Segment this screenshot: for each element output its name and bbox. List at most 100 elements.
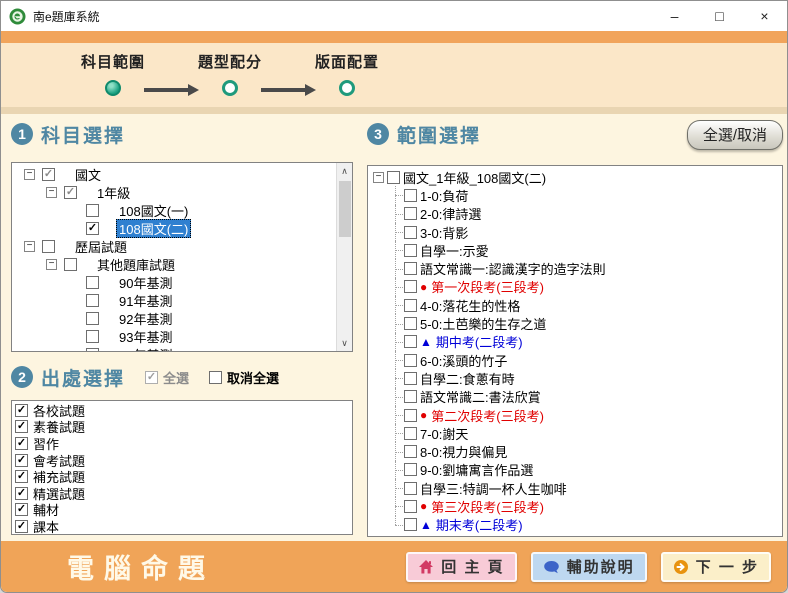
checkbox-unchecked[interactable]	[387, 171, 400, 184]
source-item[interactable]: 補充試題	[12, 468, 352, 485]
checkbox-unchecked[interactable]	[404, 317, 417, 330]
source-item[interactable]: 會考試題	[12, 452, 352, 469]
collapse-minus-icon[interactable]	[24, 169, 35, 180]
checkbox-checked-gray[interactable]	[42, 168, 55, 181]
checkbox-checked[interactable]	[15, 404, 28, 417]
home-button[interactable]: 回 主 頁	[406, 552, 516, 582]
select-all-toggle-button[interactable]: 全選/取消	[687, 120, 783, 150]
range-item[interactable]: 3-0:背影	[368, 223, 782, 241]
checkbox-unchecked[interactable]	[404, 262, 417, 275]
checkbox-unchecked[interactable]	[404, 427, 417, 440]
next-step-button[interactable]: 下 一 步	[661, 552, 771, 582]
checkbox-unchecked[interactable]	[404, 226, 417, 239]
scrollbar[interactable]	[336, 163, 352, 351]
checkbox-checked-gray[interactable]	[64, 186, 77, 199]
minimize-button[interactable]: –	[652, 1, 697, 31]
scrollbar-down-icon[interactable]	[337, 335, 353, 351]
right-panel: 3 範圍選擇 全選/取消 國文_1年級_108國文(二) 1-0:負荷	[367, 120, 783, 547]
collapse-minus-icon[interactable]	[46, 259, 57, 270]
range-item[interactable]: 自學一:示愛	[368, 241, 782, 259]
tree-item[interactable]: 94年基測	[12, 345, 336, 351]
checkbox-checked[interactable]	[15, 470, 28, 483]
checkbox-unchecked[interactable]	[404, 482, 417, 495]
range-item[interactable]: 8-0:視力與偏見	[368, 442, 782, 460]
range-item-exam[interactable]: ▲ 期中考(二段考)	[368, 333, 782, 351]
collapse-minus-icon[interactable]	[373, 172, 384, 183]
scrollbar-thumb[interactable]	[339, 181, 351, 237]
checkbox-unchecked[interactable]	[404, 244, 417, 257]
checkbox-unchecked[interactable]	[404, 189, 417, 202]
range-item-exam[interactable]: ▲ 期末考(二段考)	[368, 516, 782, 534]
checkbox-checked[interactable]	[15, 487, 28, 500]
checkbox-checked[interactable]	[86, 222, 99, 235]
range-item[interactable]: 自學二:食蔥有時	[368, 369, 782, 387]
range-item-exam[interactable]: ● 第二次段考(三段考)	[368, 406, 782, 424]
checkbox-unchecked[interactable]	[86, 312, 99, 325]
tree-item[interactable]: 歷屆試題	[12, 237, 336, 255]
range-item[interactable]: 1-0:負荷	[368, 186, 782, 204]
checkbox-unchecked[interactable]	[404, 207, 417, 220]
checkbox-unchecked[interactable]	[404, 390, 417, 403]
checkbox-unchecked[interactable]	[404, 335, 417, 348]
range-item[interactable]: 5-0:土芭樂的生存之道	[368, 314, 782, 332]
range-item-exam[interactable]: ● 第一次段考(三段考)	[368, 278, 782, 296]
deselect-all-checkbox[interactable]: 取消全選	[209, 368, 279, 387]
source-item[interactable]: 習作	[12, 435, 352, 452]
range-item[interactable]: 4-0:落花生的性格	[368, 296, 782, 314]
range-item[interactable]: 6-0:溪頭的竹子	[368, 351, 782, 369]
tree-item[interactable]: 93年基測	[12, 327, 336, 345]
range-root-item[interactable]: 國文_1年級_108國文(二)	[368, 168, 782, 186]
tree-item[interactable]: 90年基測	[12, 273, 336, 291]
checkbox-checked[interactable]	[15, 503, 28, 516]
checkbox-unchecked[interactable]	[404, 354, 417, 367]
source-item[interactable]: 素養試題	[12, 419, 352, 436]
help-button[interactable]: 輔助說明	[531, 552, 647, 582]
checkbox-unchecked[interactable]	[404, 299, 417, 312]
checkbox-checked[interactable]	[15, 454, 28, 467]
maximize-button[interactable]: □	[697, 1, 742, 31]
checkbox-checked[interactable]	[15, 420, 28, 433]
checkbox-unchecked[interactable]	[404, 463, 417, 476]
checkbox-unchecked[interactable]	[404, 409, 417, 422]
checkbox-unchecked[interactable]	[404, 372, 417, 385]
tree-item[interactable]: 108國文(一)	[12, 201, 336, 219]
source-item[interactable]: 各校試題	[12, 402, 352, 419]
range-item[interactable]: 7-0:謝天	[368, 424, 782, 442]
close-button[interactable]: ×	[742, 1, 787, 31]
range-item[interactable]: 9-0:劉墉寓言作品選	[368, 461, 782, 479]
checkbox-unchecked[interactable]	[404, 518, 417, 531]
range-item-exam[interactable]: ● 第三次段考(三段考)	[368, 497, 782, 515]
checkbox-checked[interactable]	[15, 520, 28, 533]
checkbox-unchecked[interactable]	[86, 330, 99, 343]
tree-item[interactable]: 92年基測	[12, 309, 336, 327]
tree-item[interactable]: 國文	[12, 165, 336, 183]
range-item[interactable]: 語文常識一:認識漢字的造字法則	[368, 259, 782, 277]
checkbox-unchecked[interactable]	[86, 294, 99, 307]
source-item[interactable]: 課本	[12, 518, 352, 535]
scrollbar-up-icon[interactable]	[337, 163, 353, 179]
range-item-label: 期末考(二段考)	[436, 515, 523, 534]
range-item[interactable]: 自學三:特調一杯人生咖啡	[368, 479, 782, 497]
checkbox-checked-disabled[interactable]	[145, 371, 158, 384]
checkbox-unchecked[interactable]	[86, 204, 99, 217]
checkbox-unchecked[interactable]	[404, 280, 417, 293]
collapse-minus-icon[interactable]	[24, 241, 35, 252]
range-item[interactable]: 2-0:律詩選	[368, 205, 782, 223]
select-all-checkbox[interactable]: 全選	[145, 368, 189, 387]
checkbox-unchecked[interactable]	[404, 445, 417, 458]
checkbox-unchecked[interactable]	[86, 348, 99, 352]
tree-item[interactable]: 其他題庫試題	[12, 255, 336, 273]
range-item[interactable]: 語文常識二:書法欣賞	[368, 388, 782, 406]
source-item[interactable]: 輔材	[12, 502, 352, 519]
tree-item-selected[interactable]: 108國文(二)	[12, 219, 336, 237]
checkbox-unchecked[interactable]	[64, 258, 77, 271]
tree-item[interactable]: 91年基測	[12, 291, 336, 309]
checkbox-checked[interactable]	[15, 437, 28, 450]
checkbox-unchecked[interactable]	[404, 500, 417, 513]
collapse-minus-icon[interactable]	[46, 187, 57, 198]
source-item[interactable]: 精選試題	[12, 485, 352, 502]
checkbox-unchecked[interactable]	[209, 371, 222, 384]
checkbox-unchecked[interactable]	[42, 240, 55, 253]
tree-item[interactable]: 1年級	[12, 183, 336, 201]
checkbox-unchecked[interactable]	[86, 276, 99, 289]
